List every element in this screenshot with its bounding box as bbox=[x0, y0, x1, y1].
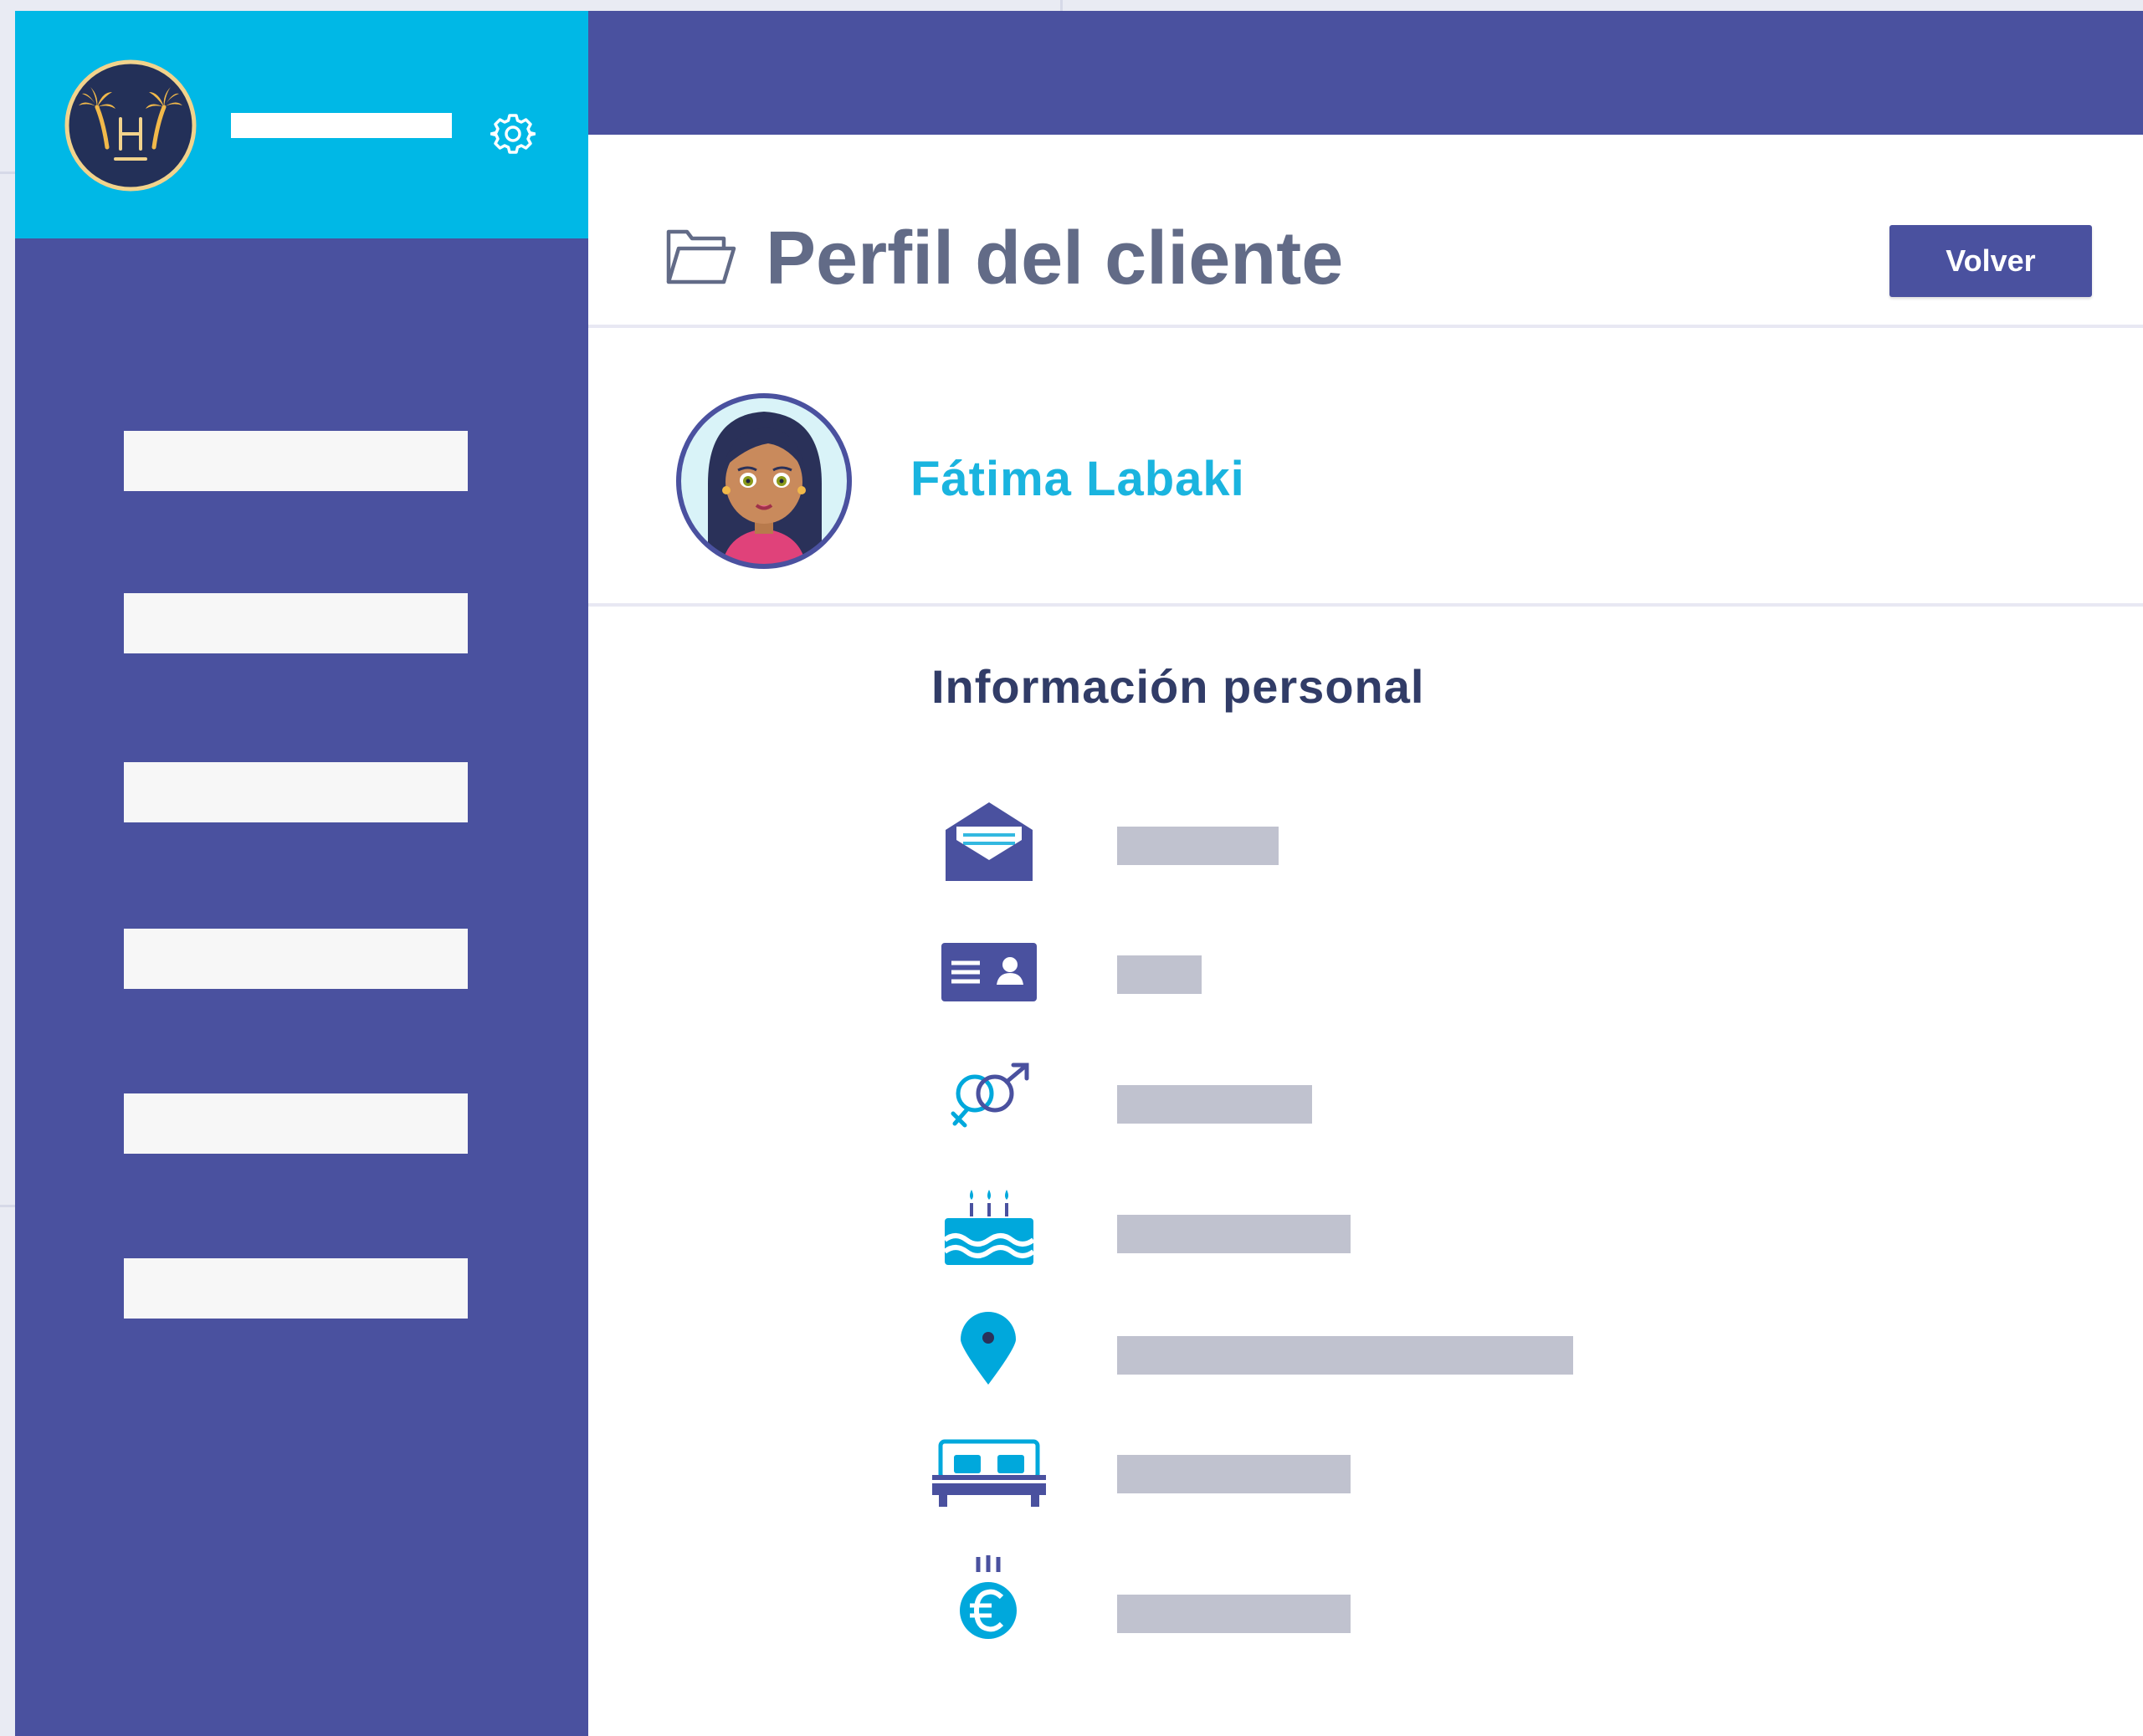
sidebar-item[interactable] bbox=[124, 1093, 468, 1154]
top-bar bbox=[588, 11, 2143, 135]
hotel-name-placeholder bbox=[231, 113, 452, 138]
payment-value-placeholder bbox=[1117, 1595, 1351, 1633]
euro-coin-icon bbox=[960, 1555, 1017, 1639]
sidebar-item[interactable] bbox=[124, 929, 468, 989]
sidebar-item[interactable] bbox=[124, 431, 468, 491]
background-line bbox=[1060, 0, 1063, 11]
id-value-placeholder bbox=[1117, 955, 1202, 994]
section-title: Información personal bbox=[931, 660, 1425, 713]
background-line bbox=[0, 172, 15, 174]
email-value-placeholder bbox=[1117, 827, 1279, 865]
sidebar-item[interactable] bbox=[124, 593, 468, 653]
room-value-placeholder bbox=[1117, 1455, 1351, 1493]
avatar bbox=[676, 393, 852, 569]
header-divider bbox=[588, 325, 2143, 328]
bed-icon bbox=[932, 1439, 1046, 1507]
profile-divider bbox=[588, 603, 2143, 607]
client-name: Fátima Labaki bbox=[910, 452, 1245, 506]
back-button[interactable]: Volver bbox=[1889, 225, 2092, 297]
birthday-cake-icon bbox=[943, 1190, 1035, 1265]
sidebar bbox=[15, 11, 588, 1736]
birthdate-value-placeholder bbox=[1117, 1215, 1351, 1253]
hotel-logo-icon bbox=[64, 59, 197, 192]
gear-icon[interactable] bbox=[490, 111, 536, 156]
folder-icon bbox=[666, 229, 736, 284]
page-title: Perfil del cliente bbox=[766, 217, 1344, 300]
envelope-icon bbox=[946, 802, 1033, 881]
sidebar-header bbox=[15, 11, 588, 238]
id-card-icon bbox=[941, 943, 1037, 1001]
app-window: Perfil del cliente Volver Fátima Labaki … bbox=[15, 11, 2143, 1736]
gender-value-placeholder bbox=[1117, 1085, 1312, 1124]
sidebar-item[interactable] bbox=[124, 1258, 468, 1319]
background-line bbox=[0, 1205, 15, 1207]
location-pin-icon bbox=[961, 1312, 1016, 1385]
gender-icon bbox=[951, 1063, 1029, 1128]
main-content: Perfil del cliente Volver Fátima Labaki … bbox=[588, 135, 2143, 1736]
sidebar-item[interactable] bbox=[124, 762, 468, 822]
address-value-placeholder bbox=[1117, 1336, 1573, 1375]
